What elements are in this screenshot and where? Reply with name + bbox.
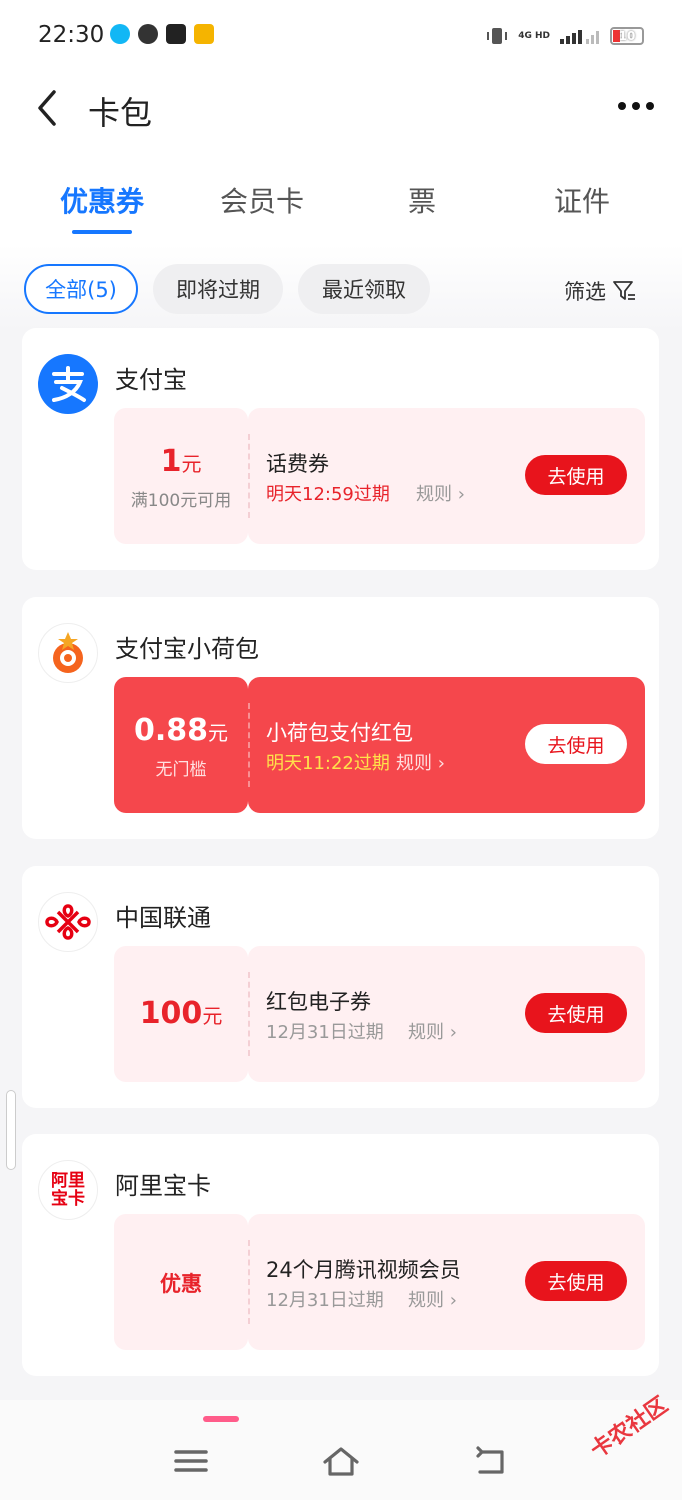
rules-link[interactable]: 规则 › [396, 749, 445, 775]
coupon-ticket[interactable]: 优惠 24个月腾讯视频会员 12月31日过期 规则 › 去使用 [114, 1214, 645, 1350]
notification-icons [110, 24, 214, 44]
message-icon [138, 24, 158, 44]
status-time: 22:30 [38, 22, 105, 48]
scroll-handle[interactable] [6, 1090, 16, 1170]
funnel-icon [613, 281, 635, 300]
aliboka-logo-text: 阿里宝卡 [51, 1171, 85, 1209]
rules-link[interactable]: 规则 › [408, 1018, 457, 1044]
app-icon [166, 24, 186, 44]
merchant-name: 支付宝 [115, 366, 187, 394]
system-indicators: 4G HD 10 [486, 26, 644, 46]
coupon-amount: 0.88元 [133, 713, 229, 748]
coupon-expiry: 明天12:59过期 [266, 484, 390, 505]
rules-link[interactable]: 规则 › [408, 1286, 457, 1312]
app-bar: 卡包 [0, 72, 682, 152]
chip-all[interactable]: 全部(5) [24, 264, 138, 314]
coupon-divider [248, 1240, 250, 1324]
network-label: 4G HD [518, 31, 550, 41]
more-options-button[interactable] [618, 96, 654, 116]
coupon-value: 0.88元 无门槛 [114, 677, 248, 813]
coupon-title: 小荷包支付红包 [266, 721, 413, 745]
china-unicom-logo-icon [38, 892, 98, 952]
back-nav-icon[interactable] [472, 1444, 512, 1478]
xiaohebao-logo-icon [38, 623, 98, 683]
coupon-details: 话费券 明天12:59过期 规则 › 去使用 [248, 408, 645, 544]
coupon-amount: 100元 [139, 996, 223, 1031]
coupon-title: 红包电子券 [266, 990, 371, 1014]
coupon-details: 红包电子券 12月31日过期 规则 › 去使用 [248, 946, 645, 1082]
next-card-peek [203, 1416, 239, 1422]
coupon-value: 优惠 [114, 1214, 248, 1350]
merchant-name: 阿里宝卡 [115, 1172, 211, 1200]
page-title: 卡包 [88, 94, 153, 132]
coupon-expiry: 12月31日过期 [266, 1022, 384, 1043]
tab-documents[interactable]: 证件 [502, 152, 662, 244]
coupon-details: 24个月腾讯视频会员 12月31日过期 规则 › 去使用 [248, 1214, 645, 1350]
coupon-card: 支付宝 1元 满100元可用 话费券 明天12:59过期 规则 › 去使用 [22, 328, 659, 570]
filter-button[interactable]: 筛选 [564, 276, 636, 306]
coupon-expiry: 明天11:22过期 [266, 753, 390, 774]
signal-icon [560, 30, 599, 44]
coupon-condition: 满100元可用 [130, 491, 232, 511]
coupon-title: 24个月腾讯视频会员 [266, 1258, 461, 1282]
use-button[interactable]: 去使用 [525, 724, 627, 764]
battery-level: 10 [618, 29, 636, 43]
use-button[interactable]: 去使用 [525, 455, 627, 495]
use-button[interactable]: 去使用 [525, 1261, 627, 1301]
rules-link[interactable]: 规则 › [416, 480, 465, 506]
merchant-name: 中国联通 [115, 904, 211, 932]
coupon-ticket[interactable]: 0.88元 无门槛 小荷包支付红包 明天11:22过期 规则 › 去使用 [114, 677, 645, 813]
coupon-title: 话费券 [266, 452, 329, 476]
coupon-value: 1元 满100元可用 [114, 408, 248, 544]
back-button[interactable] [30, 88, 70, 128]
category-tabs: 优惠券 会员卡 票 证件 [0, 152, 682, 244]
filter-bar: 全部(5) 即将过期 最近领取 筛选 [0, 244, 682, 330]
merchant-name: 支付宝小荷包 [115, 635, 259, 663]
coupon-ticket[interactable]: 1元 满100元可用 话费券 明天12:59过期 规则 › 去使用 [114, 408, 645, 544]
alipay-logo-icon [38, 354, 98, 414]
vibrate-icon [487, 28, 508, 44]
coupon-divider [248, 972, 250, 1056]
qq-icon [110, 24, 130, 44]
watermark: 卡农社区 [586, 1392, 673, 1464]
filter-label: 筛选 [564, 280, 606, 304]
coupon-amount: 优惠 [160, 1272, 202, 1296]
home-icon[interactable] [321, 1444, 361, 1478]
tab-membership-cards[interactable]: 会员卡 [182, 152, 342, 244]
system-nav-bar: 卡农社区 [0, 1393, 682, 1500]
coupon-details: 小荷包支付红包 明天11:22过期 规则 › 去使用 [248, 677, 645, 813]
tab-coupons[interactable]: 优惠券 [22, 152, 182, 244]
battery-icon: 10 [610, 27, 644, 45]
coupon-amount: 1元 [160, 444, 202, 479]
status-bar: 22:30 4G HD 10 [0, 0, 682, 72]
coupon-divider [248, 703, 250, 787]
use-button[interactable]: 去使用 [525, 993, 627, 1033]
tab-tickets[interactable]: 票 [342, 152, 502, 244]
weibo-icon [194, 24, 214, 44]
coupon-condition: 无门槛 [155, 760, 207, 780]
coupon-expiry: 12月31日过期 [266, 1290, 384, 1311]
coupon-ticket[interactable]: 100元 红包电子券 12月31日过期 规则 › 去使用 [114, 946, 645, 1082]
coupon-value: 100元 [114, 946, 248, 1082]
coupon-card: 中国联通 100元 红包电子券 12月31日过期 规则 › 去使用 [22, 866, 659, 1108]
coupon-card: 支付宝小荷包 0.88元 无门槛 小荷包支付红包 明天11:22过期 规则 › … [22, 597, 659, 839]
coupon-card: 阿里宝卡 阿里宝卡 优惠 24个月腾讯视频会员 12月31日过期 规则 › 去使… [22, 1134, 659, 1376]
aliboka-logo-icon: 阿里宝卡 [38, 1160, 98, 1220]
coupon-divider [248, 434, 250, 518]
menu-icon[interactable] [172, 1444, 212, 1478]
chip-expiring-soon[interactable]: 即将过期 [153, 264, 283, 314]
chip-recently-received[interactable]: 最近领取 [298, 264, 430, 314]
